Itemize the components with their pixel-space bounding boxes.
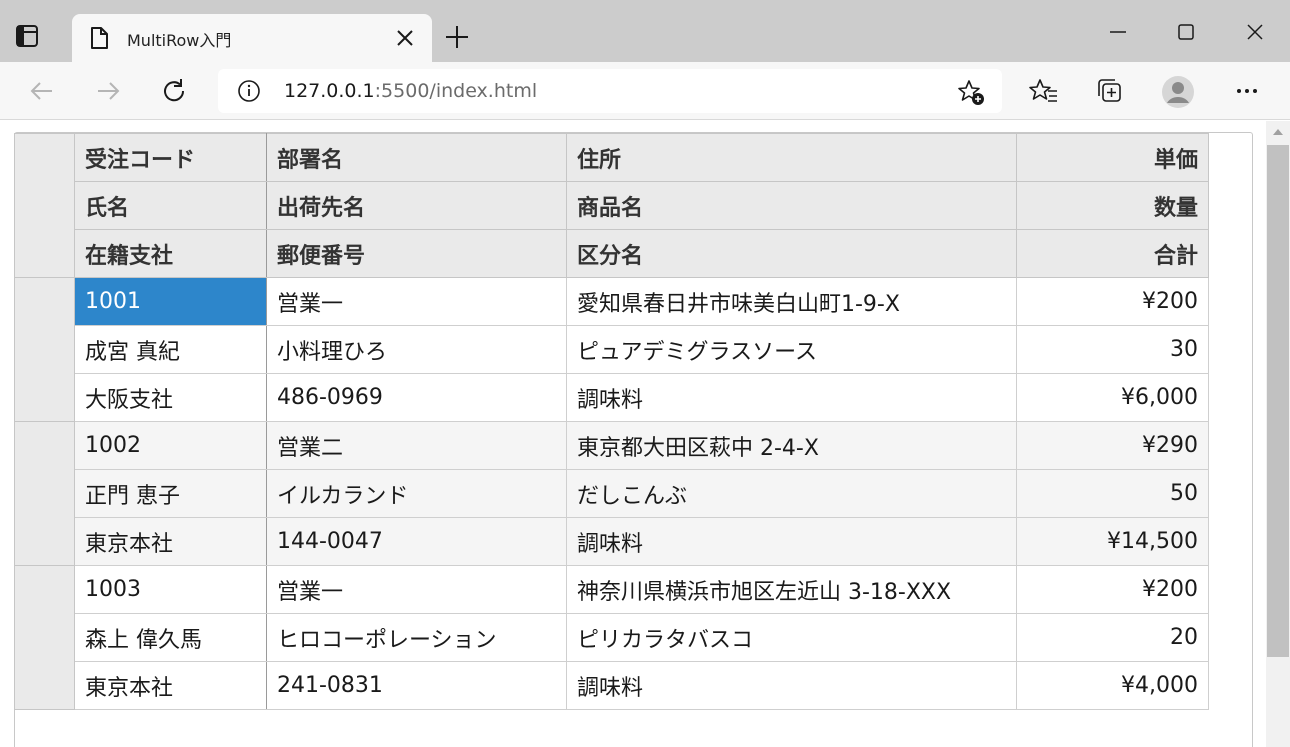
column-header[interactable]: 出荷先名 <box>266 181 567 230</box>
postal-code-cell[interactable]: 486-0969 <box>266 373 567 422</box>
tab-actions-icon[interactable] <box>14 24 42 50</box>
table-row: 東京本社 144-0047 調味料 ¥14,500 <box>15 517 1209 566</box>
header-row: 受注コード 部署名 住所 単価 <box>14 133 1209 278</box>
table-row: 1002 営業二 東京都大田区萩中 2-4-X ¥290 <box>14 421 1209 566</box>
column-header[interactable]: 在籍支社 <box>74 229 267 278</box>
address-cell[interactable]: 愛知県春日井市味美白山町1-9-X <box>566 277 1017 326</box>
order-code-cell[interactable]: 1001 <box>74 277 267 326</box>
url-text[interactable]: 127.0.0.1:5500/index.html <box>284 80 537 102</box>
table-row: 成宮 真紀 小料理ひろ ピュアデミグラスソース 30 <box>15 325 1209 374</box>
row-header[interactable] <box>14 421 75 566</box>
window-close-button[interactable] <box>1237 14 1273 50</box>
multirow-grid[interactable]: 受注コード 部署名 住所 単価 氏名 出荷先名 商品名 数量 在籍支社 郵便番号… <box>14 133 1209 710</box>
department-cell[interactable]: 営業二 <box>266 421 567 470</box>
table-row: 大阪支社 486-0969 調味料 ¥6,000 <box>15 373 1209 422</box>
product-cell[interactable]: ピュアデミグラスソース <box>566 325 1017 374</box>
category-cell[interactable]: 調味料 <box>566 517 1017 566</box>
column-header[interactable]: 郵便番号 <box>266 229 567 278</box>
more-icon[interactable] <box>1231 75 1263 107</box>
ship-to-cell[interactable]: ヒロコーポレーション <box>266 613 567 662</box>
address-cell[interactable]: 東京都大田区萩中 2-4-X <box>566 421 1017 470</box>
column-header[interactable]: 区分名 <box>566 229 1017 278</box>
profile-icon[interactable] <box>1161 75 1194 108</box>
unit-price-cell[interactable]: ¥200 <box>1016 565 1209 614</box>
quantity-cell[interactable]: 20 <box>1016 613 1209 662</box>
branch-cell[interactable]: 東京本社 <box>74 661 267 710</box>
vertical-scrollbar[interactable] <box>1266 121 1290 747</box>
star-plus-icon[interactable] <box>956 78 986 106</box>
table-row: 正門 恵子 イルカランド だしこんぶ 50 <box>15 469 1209 518</box>
unit-price-cell[interactable]: ¥200 <box>1016 277 1209 326</box>
arrow-left-icon[interactable] <box>26 75 58 107</box>
info-icon[interactable] <box>237 79 261 103</box>
minimize-button[interactable] <box>1100 14 1136 50</box>
row-header[interactable] <box>14 277 75 422</box>
column-header[interactable]: 部署名 <box>266 133 567 182</box>
table-row: 東京本社 241-0831 調味料 ¥4,000 <box>15 661 1209 710</box>
favorites-icon[interactable] <box>1028 75 1060 107</box>
column-header[interactable]: 数量 <box>1016 181 1209 230</box>
name-cell[interactable]: 成宮 真紀 <box>74 325 267 374</box>
collections-icon[interactable] <box>1094 75 1126 107</box>
address-cell[interactable]: 神奈川県横浜市旭区左近山 3-18-XXX <box>566 565 1017 614</box>
product-cell[interactable]: だしこんぶ <box>566 469 1017 518</box>
name-cell[interactable]: 正門 恵子 <box>74 469 267 518</box>
scrollbar-thumb[interactable] <box>1267 145 1289 657</box>
row-header[interactable] <box>14 565 75 710</box>
table-row: 1001 営業一 愛知県春日井市味美白山町1-9-X ¥200 <box>14 277 1209 422</box>
table-row: 森上 偉久馬 ヒロコーポレーション ピリカラタバスコ 20 <box>15 613 1209 662</box>
order-code-cell[interactable]: 1002 <box>74 421 267 470</box>
close-icon[interactable] <box>394 27 416 49</box>
browser-tab[interactable]: MultiRow入門 <box>72 14 432 62</box>
url-host: 127.0.0.1 <box>284 80 375 102</box>
column-header[interactable]: 合計 <box>1016 229 1209 278</box>
category-cell[interactable]: 調味料 <box>566 661 1017 710</box>
maximize-button[interactable] <box>1168 14 1204 50</box>
header-row: 氏名 出荷先名 商品名 数量 <box>15 181 1209 230</box>
order-code-cell[interactable]: 1003 <box>74 565 267 614</box>
url-path: :5500/index.html <box>374 80 538 102</box>
department-cell[interactable]: 営業一 <box>266 277 567 326</box>
scroll-up-icon[interactable] <box>1272 127 1284 137</box>
reload-icon[interactable] <box>158 75 190 107</box>
address-bar[interactable]: 127.0.0.1:5500/index.html <box>218 69 1002 113</box>
unit-price-cell[interactable]: ¥290 <box>1016 421 1209 470</box>
product-cell[interactable]: ピリカラタバスコ <box>566 613 1017 662</box>
total-cell[interactable]: ¥4,000 <box>1016 661 1209 710</box>
plus-icon[interactable] <box>444 24 470 50</box>
browser-toolbar: 127.0.0.1:5500/index.html <box>0 62 1290 120</box>
category-cell[interactable]: 調味料 <box>566 373 1017 422</box>
page-icon <box>88 26 110 50</box>
column-header[interactable]: 受注コード <box>74 133 267 182</box>
quantity-cell[interactable]: 50 <box>1016 469 1209 518</box>
top-left-corner[interactable] <box>14 133 75 278</box>
quantity-cell[interactable]: 30 <box>1016 325 1209 374</box>
total-cell[interactable]: ¥14,500 <box>1016 517 1209 566</box>
ship-to-cell[interactable]: イルカランド <box>266 469 567 518</box>
branch-cell[interactable]: 東京本社 <box>74 517 267 566</box>
tab-bar: MultiRow入門 <box>0 0 1290 62</box>
ship-to-cell[interactable]: 小料理ひろ <box>266 325 567 374</box>
header-row: 在籍支社 郵便番号 区分名 合計 <box>15 229 1209 278</box>
column-header[interactable]: 商品名 <box>566 181 1017 230</box>
name-cell[interactable]: 森上 偉久馬 <box>74 613 267 662</box>
branch-cell[interactable]: 大阪支社 <box>74 373 267 422</box>
table-row: 1003 営業一 神奈川県横浜市旭区左近山 3-18-XXX ¥200 <box>14 565 1209 710</box>
page-viewport: 受注コード 部署名 住所 単価 氏名 出荷先名 商品名 数量 在籍支社 郵便番号… <box>0 121 1266 747</box>
total-cell[interactable]: ¥6,000 <box>1016 373 1209 422</box>
column-header[interactable]: 氏名 <box>74 181 267 230</box>
tab-title: MultiRow入門 <box>127 31 232 50</box>
column-header[interactable]: 住所 <box>566 133 1017 182</box>
postal-code-cell[interactable]: 144-0047 <box>266 517 567 566</box>
postal-code-cell[interactable]: 241-0831 <box>266 661 567 710</box>
column-header[interactable]: 単価 <box>1016 133 1209 182</box>
department-cell[interactable]: 営業一 <box>266 565 567 614</box>
arrow-right-icon[interactable] <box>92 75 124 107</box>
